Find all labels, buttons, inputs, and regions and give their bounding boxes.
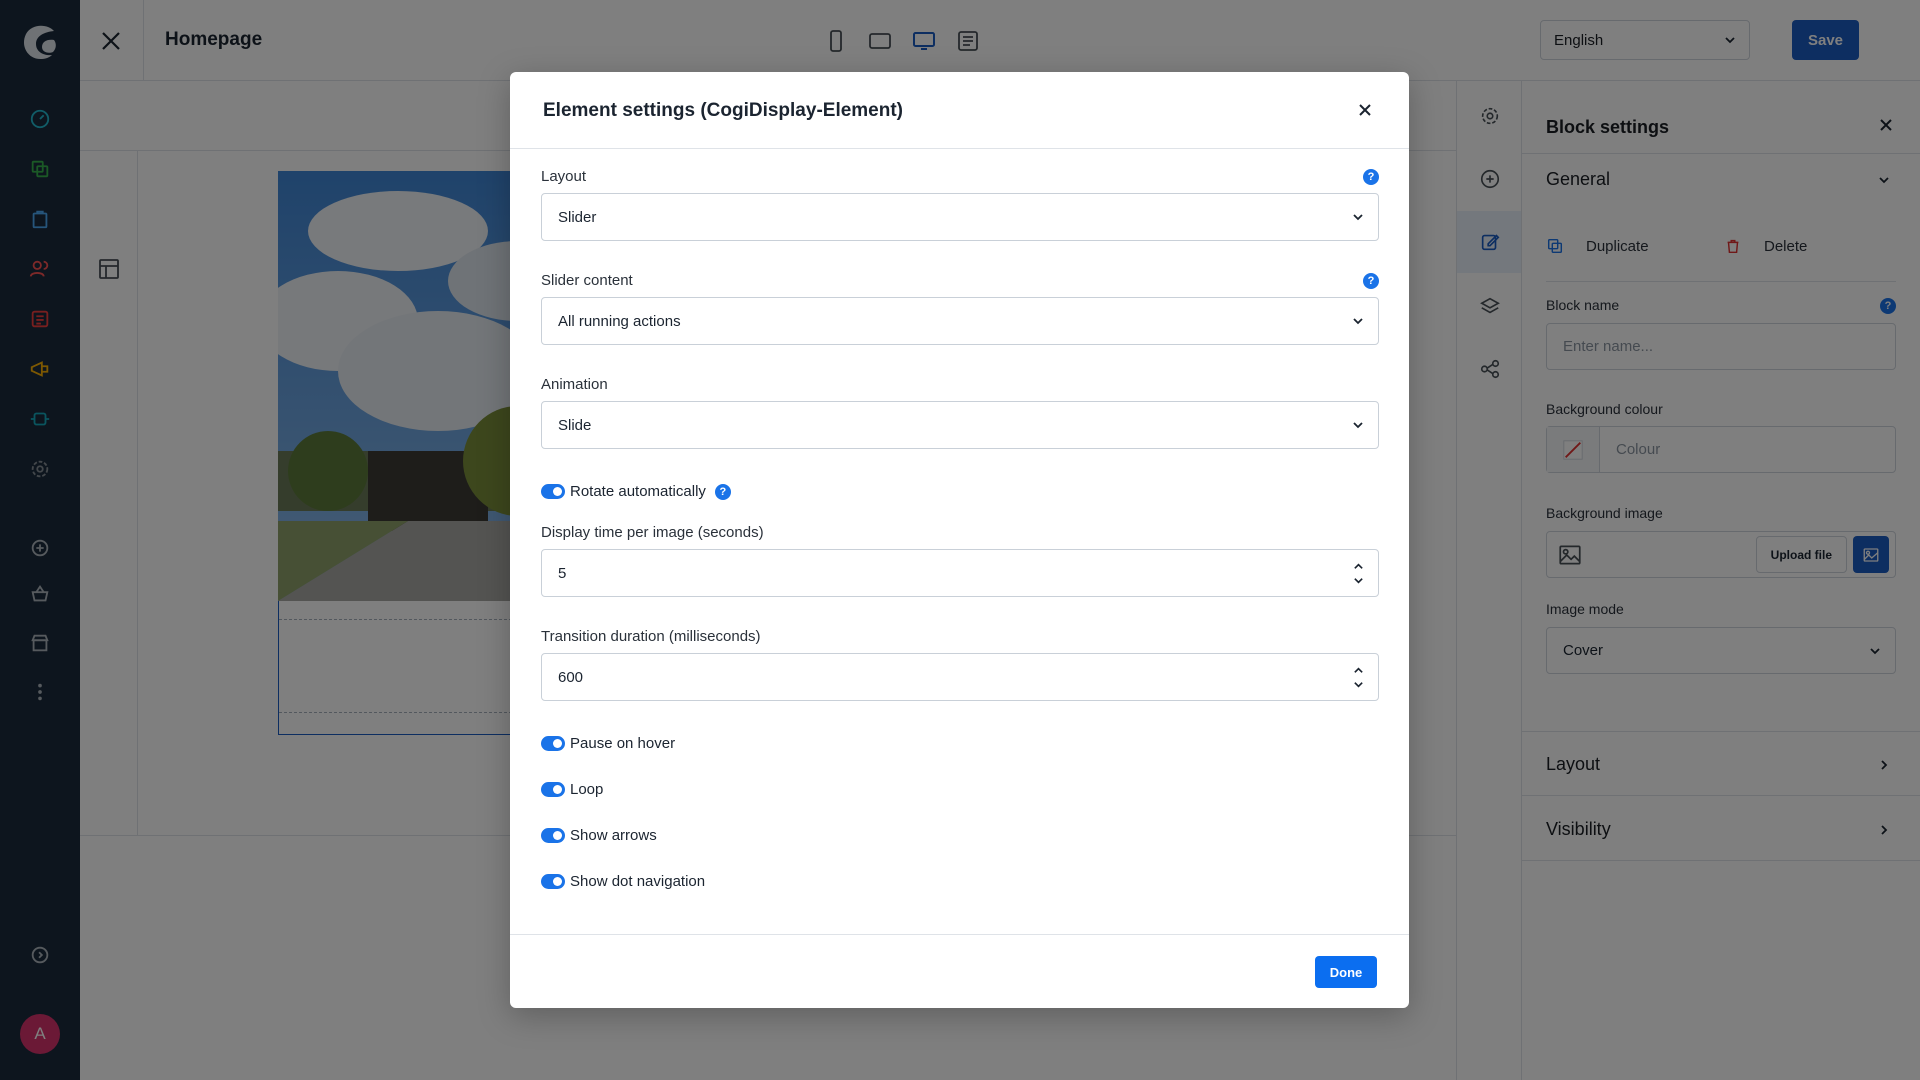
chevron-down-icon[interactable]: [1353, 575, 1364, 586]
chevron-down-icon: [1353, 214, 1363, 221]
number-stepper[interactable]: [1353, 665, 1364, 690]
slider-content-select[interactable]: All running actions: [541, 297, 1379, 345]
display-time-value: 5: [558, 564, 567, 582]
transition-duration-value: 600: [558, 668, 584, 686]
show-arrows-label: Show arrows: [570, 827, 657, 844]
slider-content-value: All running actions: [558, 312, 681, 330]
animation-label: Animation: [541, 376, 608, 393]
layout-select[interactable]: Slider: [541, 193, 1379, 241]
display-time-label: Display time per image (seconds): [541, 524, 764, 541]
number-stepper[interactable]: [1353, 561, 1364, 586]
rotate-automatically-row: Rotate automatically ?: [541, 483, 731, 500]
layout-label: Layout: [541, 168, 587, 185]
show-dot-navigation-row: Show dot navigation: [541, 873, 705, 890]
show-dot-navigation-toggle[interactable]: [541, 874, 565, 889]
transition-duration-input[interactable]: 600: [541, 653, 1379, 701]
animation-select[interactable]: Slide: [541, 401, 1379, 449]
rotate-automatically-label: Rotate automatically: [570, 483, 706, 500]
show-arrows-toggle[interactable]: [541, 828, 565, 843]
close-icon[interactable]: [1353, 98, 1377, 122]
chevron-down-icon: [1353, 422, 1363, 429]
modal-footer-divider: [510, 934, 1409, 935]
chevron-down-icon[interactable]: [1353, 679, 1364, 690]
help-icon[interactable]: ?: [1363, 169, 1379, 185]
loop-toggle[interactable]: [541, 782, 565, 797]
modal-header: Element settings (CogiDisplay-Element): [510, 72, 1409, 149]
animation-value: Slide: [558, 416, 592, 434]
chevron-up-icon[interactable]: [1353, 561, 1364, 572]
slider-content-label: Slider content: [541, 272, 633, 289]
pause-on-hover-row: Pause on hover: [541, 735, 675, 752]
chevron-down-icon: [1353, 318, 1363, 325]
chevron-up-icon[interactable]: [1353, 665, 1364, 676]
show-dot-navigation-label: Show dot navigation: [570, 873, 706, 890]
modal-title: Element settings (CogiDisplay-Element): [543, 100, 904, 121]
pause-on-hover-label: Pause on hover: [570, 735, 676, 752]
pause-on-hover-toggle[interactable]: [541, 736, 565, 751]
rotate-automatically-toggle[interactable]: [541, 484, 565, 499]
show-arrows-row: Show arrows: [541, 827, 657, 844]
loop-label: Loop: [570, 781, 604, 798]
display-time-input[interactable]: 5: [541, 549, 1379, 597]
done-button[interactable]: Done: [1315, 956, 1377, 988]
element-settings-modal: Element settings (CogiDisplay-Element) L…: [510, 72, 1409, 1008]
layout-value: Slider: [558, 208, 597, 226]
help-icon[interactable]: ?: [714, 483, 731, 500]
loop-row: Loop: [541, 781, 603, 798]
transition-duration-label: Transition duration (milliseconds): [541, 628, 761, 645]
help-icon[interactable]: ?: [1363, 273, 1379, 289]
